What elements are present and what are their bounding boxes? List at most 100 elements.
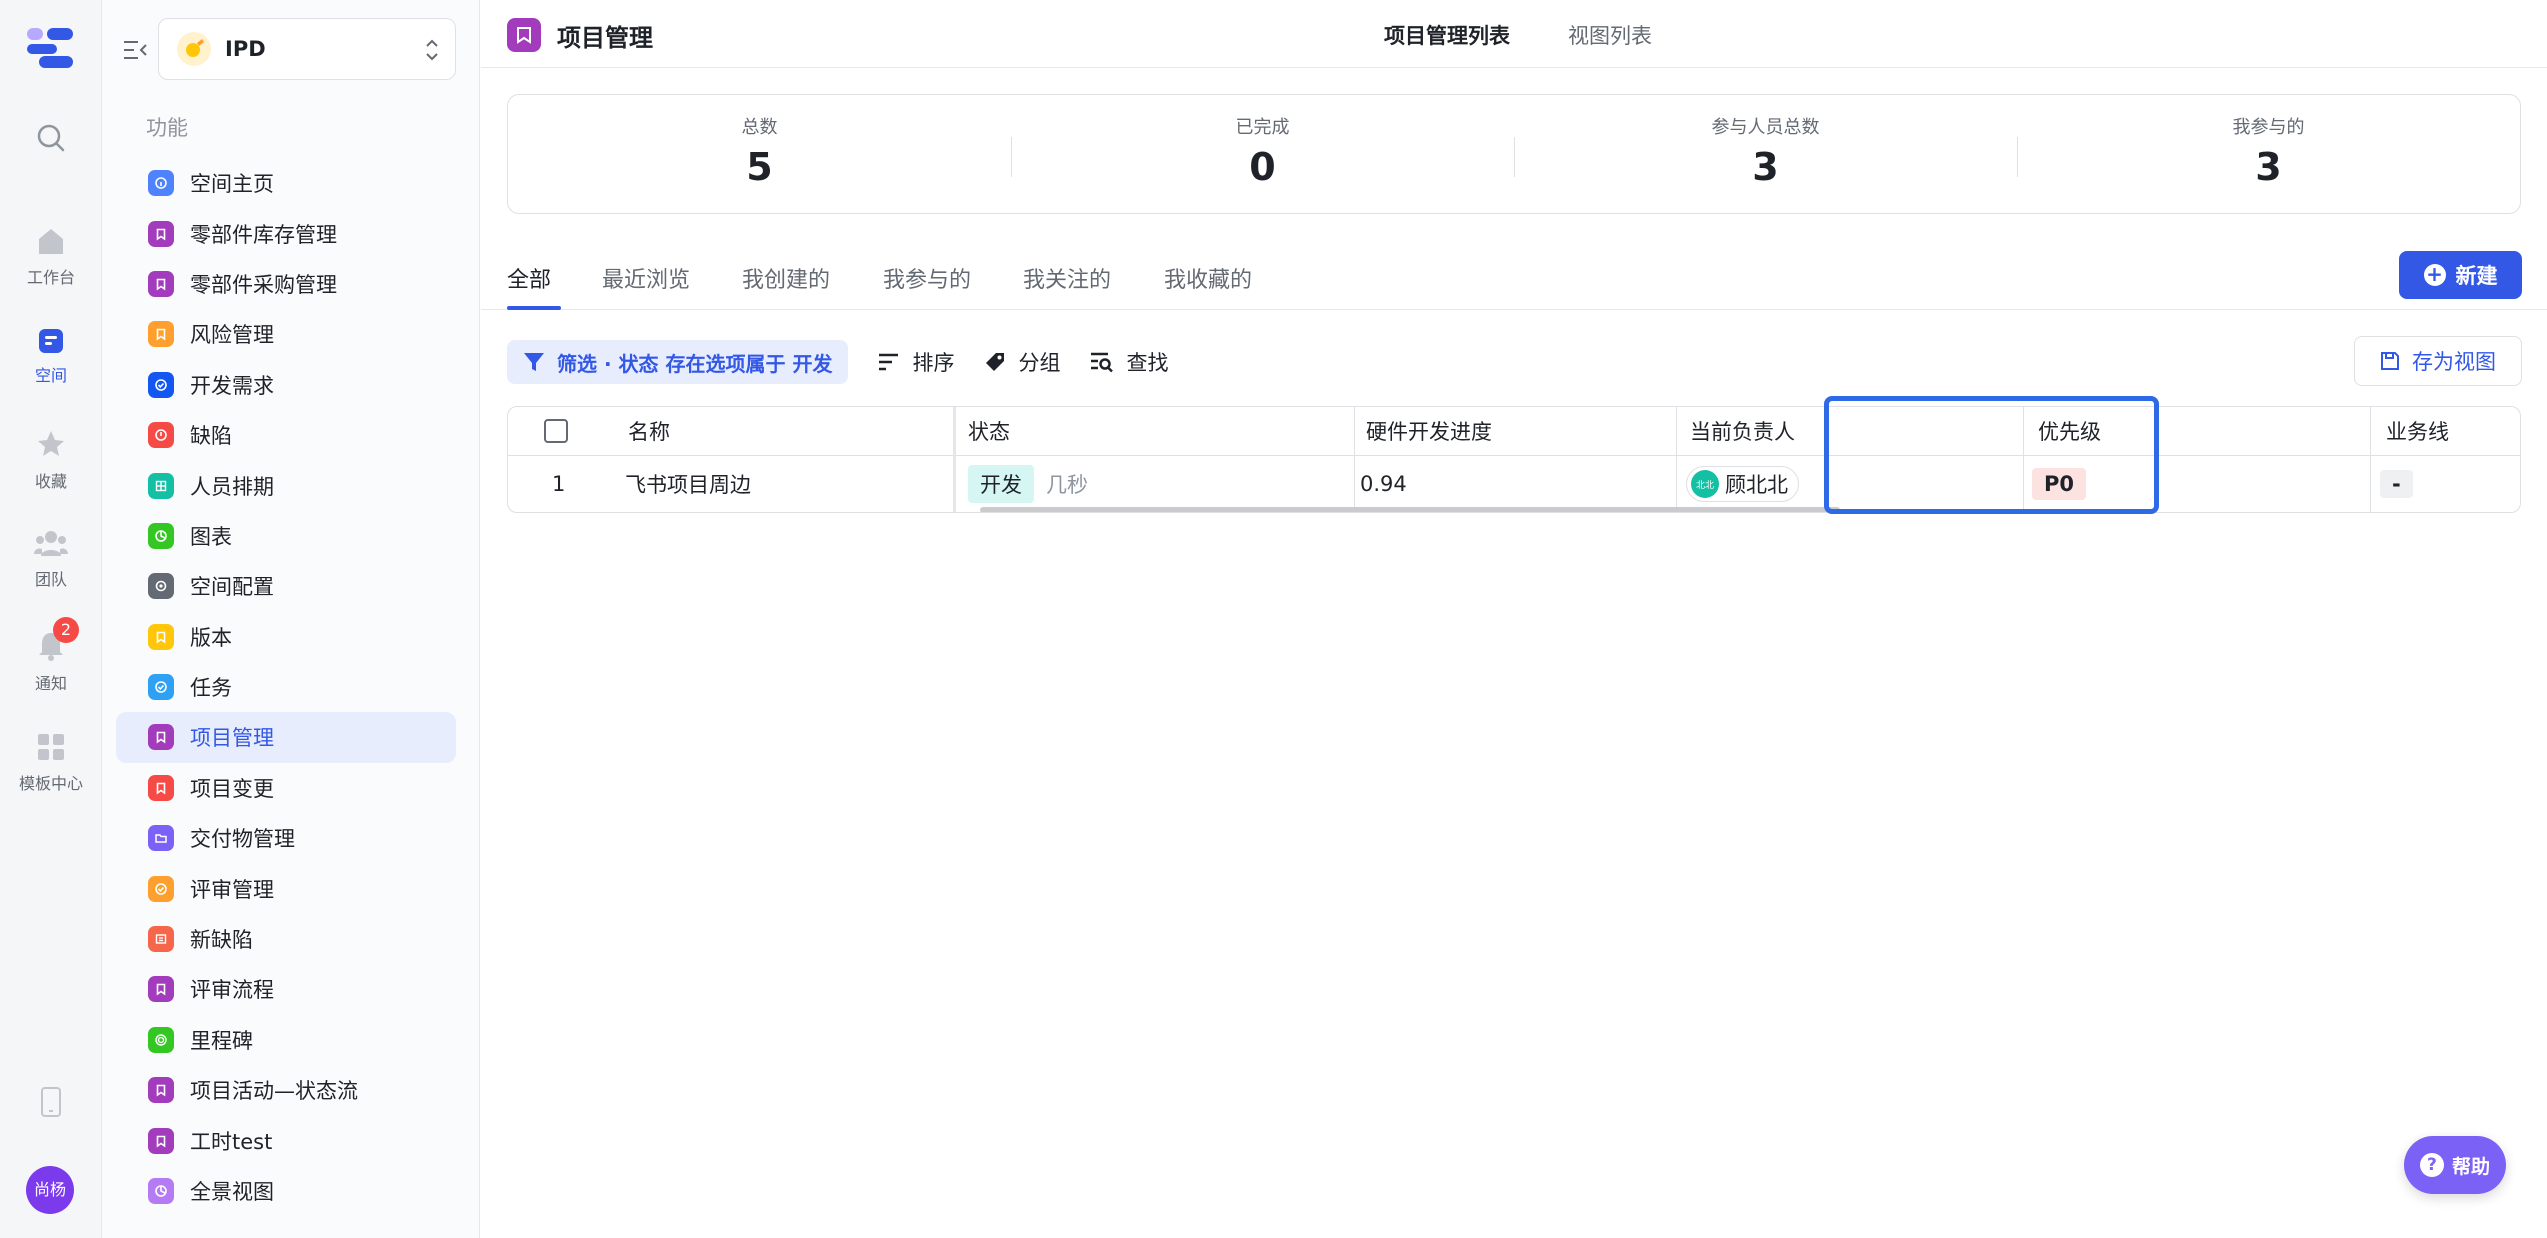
rail-favorites[interactable]: 收藏 [0,428,102,492]
chevron-updown-icon [426,39,438,61]
sidebar-item[interactable]: 版本 [116,612,456,662]
sidebar-item-label: 空间主页 [190,172,274,197]
column-divider [1354,407,1355,512]
horizontal-scrollbar[interactable] [980,507,1840,512]
sidebar-item[interactable]: 新缺陷 [116,914,456,964]
row-business-line-cell[interactable]: - [2380,456,2413,512]
question-icon: ? [2419,1153,2444,1177]
sidebar-item[interactable]: 全景视图 [116,1166,456,1216]
rail-label: 团队 [34,570,67,589]
topbar: 项目管理 项目管理列表 视图列表 [481,0,2547,68]
rail-workbench[interactable]: 工作台 [0,226,102,288]
rail-label: 工作台 [26,268,75,287]
row-name[interactable]: 飞书项目周边 [625,456,751,512]
sidebar-item[interactable]: 任务 [116,662,456,712]
checkbox[interactable] [544,419,568,443]
save-view-label: 存为视图 [2412,350,2496,374]
tab-all[interactable]: 全部 [507,262,551,294]
stat-label: 总数 [741,117,778,138]
column-header-hardware-progress[interactable]: 硬件开发进度 [1366,407,1492,455]
stats-panel: 总数 5 已完成 0 参与人员总数 3 我参与的 3 [507,94,2521,214]
sidebar-item-label: 开发需求 [190,373,274,398]
rail-space[interactable]: 空间 [0,328,102,386]
rail-notifications[interactable]: 通知 [0,630,102,694]
sidebar-item-label: 缺陷 [190,424,232,449]
sidebar-item-label: 评审流程 [190,978,274,1003]
sidebar-item[interactable]: 开发需求 [116,360,456,410]
tab-recent[interactable]: 最近浏览 [602,262,690,294]
new-button[interactable]: + 新建 [2399,251,2522,299]
stat-value: 5 [746,145,773,189]
group-button[interactable]: 分组 [984,347,1060,377]
rail-label: 模板中心 [18,774,83,793]
sidebar-item[interactable]: 评审流程 [116,964,456,1014]
row-hardware-progress[interactable]: 0.94 [1360,456,1407,512]
column-header-status[interactable]: 状态 [968,407,1010,455]
tab-view-list[interactable]: 视图列表 [1568,20,1652,50]
priority-tag: P0 [2032,468,2087,500]
items-table: 名称 状态 硬件开发进度 当前负责人 优先级 业务线 1 飞书项目周边 开发 几… [507,406,2521,513]
settings-icon [148,573,174,600]
chart-icon [148,1178,174,1204]
sidebar-item[interactable]: 空间主页 [116,158,456,208]
row-priority-cell[interactable]: P0 [2032,456,2087,512]
sidebar-item-label: 版本 [190,625,232,650]
star-icon [38,431,64,456]
sidebar-item[interactable]: 里程碑 [116,1015,456,1065]
sidebar-item[interactable]: 项目活动—状态流 [116,1065,456,1115]
rail-team[interactable]: 团队 [0,528,102,590]
user-avatar[interactable]: 尚杨 [26,1166,74,1214]
sidebar-item[interactable]: 风险管理 [116,309,456,359]
tab-project-list[interactable]: 项目管理列表 [1384,20,1510,50]
sidebar-item[interactable]: 图表 [116,511,456,561]
bookmark-icon [148,1077,174,1104]
group-label: 分组 [1018,351,1061,375]
space-selector[interactable]: IPD [158,18,456,80]
sidebar: IPD 功能 空间主页 零部件库存管理 零部件采购管理 风险管理 开发需求 缺陷 人员排期图… [102,0,480,1238]
sidebar-item[interactable]: 项目管理 [116,712,456,763]
row-status-cell[interactable]: 开发 几秒 [968,456,1088,512]
main-area: 项目管理 项目管理列表 视图列表 总数 5 已完成 0 参与人员总数 3 我参与… [481,0,2547,1238]
column-header-priority[interactable]: 优先级 [2038,407,2101,455]
tab-favorited[interactable]: 我收藏的 [1164,262,1252,294]
search-icon [37,124,65,152]
tab-created-by-me[interactable]: 我创建的 [742,262,830,294]
sidebar-item[interactable]: 缺陷 [116,410,456,460]
rail-search[interactable] [0,122,102,154]
plus-icon: + [2423,264,2446,286]
row-owner-cell[interactable]: 北北 顾北北 [1686,456,1799,512]
info-icon [148,170,174,197]
bookmark-icon [148,774,174,801]
rail-mobile[interactable] [0,1086,102,1118]
check-circle-icon [148,674,174,701]
sidebar-item[interactable]: 工时test [116,1115,456,1165]
sidebar-item[interactable]: 交付物管理 [116,813,456,863]
sidebar-item[interactable]: 零部件库存管理 [116,208,456,258]
tab-underline [507,306,561,310]
sidebar-item[interactable]: 评审管理 [116,863,456,913]
status-tag: 开发 [968,465,1034,503]
help-button[interactable]: ? 帮助 [2404,1136,2506,1194]
sidebar-item-label: 零部件库存管理 [190,222,337,247]
save-view-button[interactable]: 存为视图 [2354,336,2522,386]
collapse-sidebar-icon[interactable] [122,38,148,62]
tab-following[interactable]: 我关注的 [1023,262,1111,294]
sidebar-item[interactable]: 人员排期 [116,460,456,510]
sidebar-item[interactable]: 零部件采购管理 [116,259,456,309]
bookmark-icon [507,18,541,52]
sort-button[interactable]: 排序 [878,347,954,377]
rail-templates[interactable]: 模板中心 [0,732,102,794]
grid-icon [148,472,174,499]
select-all-checkbox[interactable] [544,407,568,455]
column-header-name[interactable]: 名称 [628,407,670,455]
owner-avatar: 北北 [1691,470,1719,498]
tab-participating[interactable]: 我参与的 [883,262,971,294]
sidebar-item-label: 新缺陷 [190,928,253,953]
sidebar-item[interactable]: 项目变更 [116,763,456,813]
column-header-owner[interactable]: 当前负责人 [1690,407,1795,455]
column-header-business-line[interactable]: 业务线 [2386,407,2449,455]
filter-button[interactable]: 筛选 · 状态 存在选项属于 开发 [507,340,849,384]
sidebar-item[interactable]: 空间配置 [116,561,456,611]
find-button[interactable]: 查找 [1090,347,1168,377]
stat-my-participation: 我参与的 3 [2017,95,2520,213]
